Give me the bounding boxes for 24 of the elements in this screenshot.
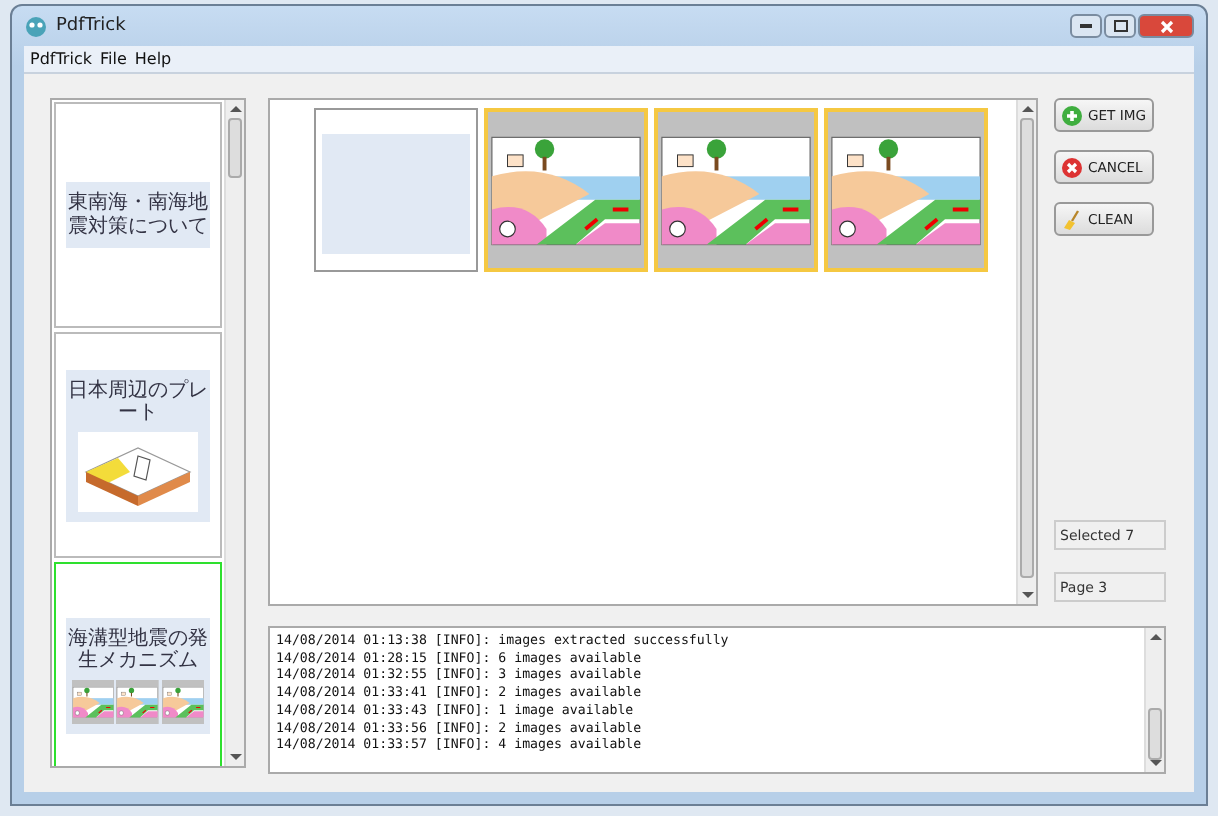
minimize-button[interactable]: [1070, 14, 1102, 38]
menu-item[interactable]: File: [99, 50, 127, 68]
close-icon: [1062, 157, 1082, 177]
close-button[interactable]: [1138, 14, 1194, 38]
broom-icon: [1062, 209, 1082, 229]
image-thumbnail[interactable]: [314, 108, 478, 272]
window-title: PdfTrick: [56, 16, 126, 36]
slide-title: 日本周辺のプレート: [68, 379, 208, 425]
scrollbar[interactable]: [1144, 628, 1164, 772]
menu-item[interactable]: PdfTrick: [30, 50, 92, 68]
menu-item[interactable]: Help: [134, 50, 172, 68]
plus-icon: [1062, 105, 1082, 125]
close-icon: [1159, 19, 1173, 33]
page-thumbnail[interactable]: 海溝型地震の発生メカニズム: [54, 562, 222, 766]
slide-title: 東南海・南海地震対策について: [68, 192, 208, 238]
maximize-icon: [1113, 20, 1127, 32]
minimize-icon: [1080, 23, 1092, 29]
scrollbar[interactable]: [224, 100, 244, 766]
slide-title: 海溝型地震の発生メカニズム: [68, 627, 208, 673]
app-icon: [24, 14, 48, 38]
page-thumbnail[interactable]: 日本周辺のプレート: [54, 332, 222, 558]
scrollbar[interactable]: [1016, 100, 1036, 604]
page-thumbnail[interactable]: 東南海・南海地震対策について: [54, 102, 222, 328]
maximize-button[interactable]: [1104, 14, 1136, 38]
